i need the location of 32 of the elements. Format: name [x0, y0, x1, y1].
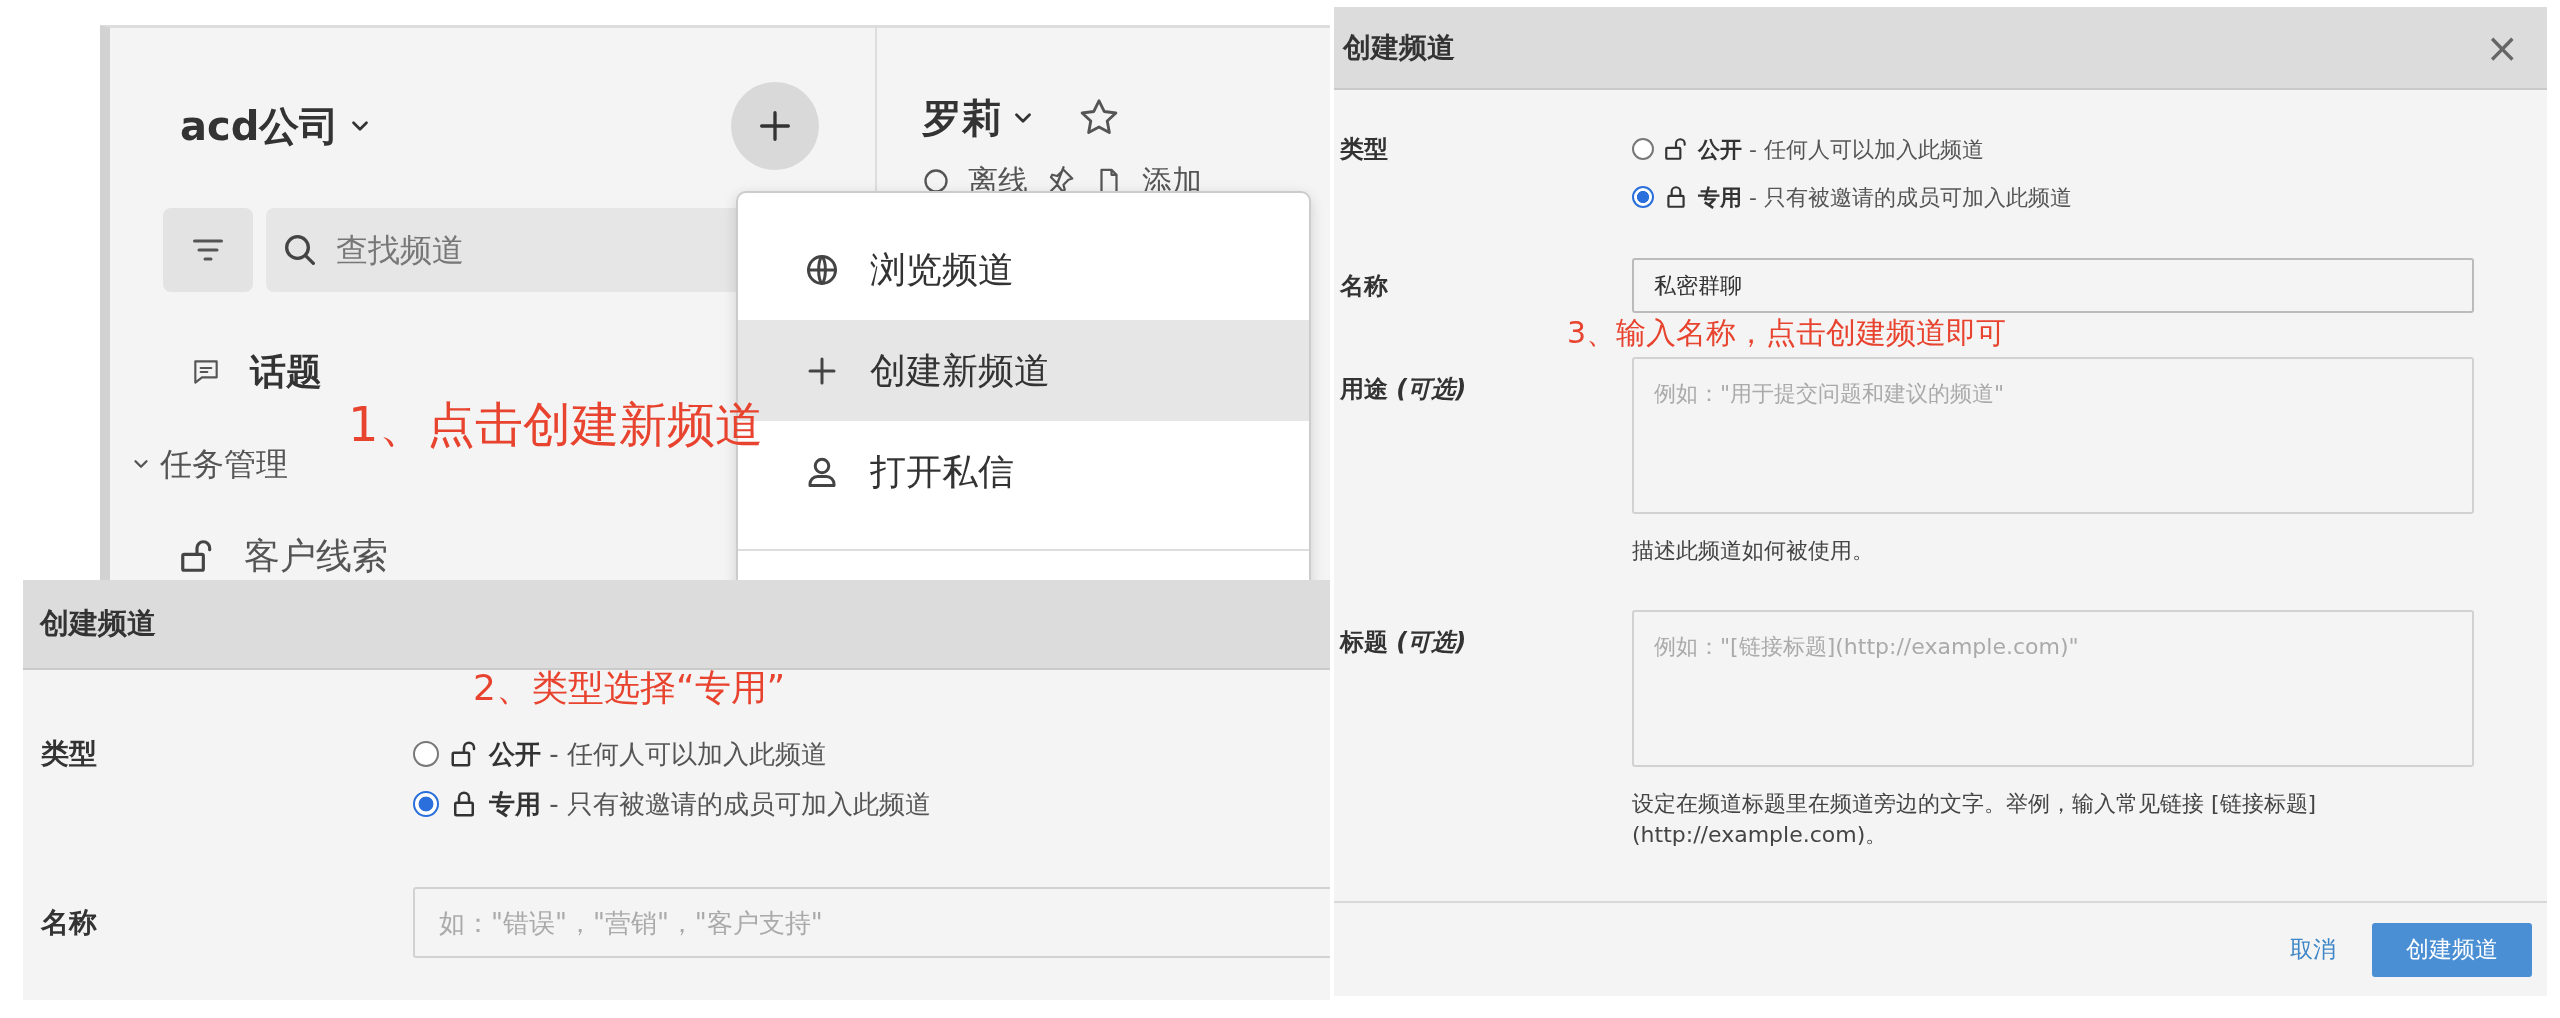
radio-label: 公开 - 任何人可以加入此频道: [1698, 135, 1984, 164]
annotation-text: 3、输入名称，点击创建频道即可: [1567, 315, 2007, 351]
help-text: 描述此频道如何被使用。: [1632, 537, 1875, 565]
field-label: 类型: [1339, 134, 1389, 165]
radio-label: 专用 - 只有被邀请的成员可加入此频道: [489, 787, 931, 821]
category-header[interactable]: 任务管理: [160, 440, 288, 488]
name-field[interactable]: 如："错误"，"营销"，"客户支持": [413, 887, 1330, 958]
cancel-button[interactable]: 取消: [2290, 932, 2336, 967]
close-button[interactable]: ×: [2479, 26, 2525, 69]
channel-name[interactable]: 罗莉: [922, 88, 1002, 148]
text-area[interactable]: 例如："用于提交问题和建议的频道": [1632, 357, 2474, 514]
radio-button[interactable]: [1632, 186, 1654, 208]
radio-button[interactable]: [1632, 138, 1654, 160]
help-text: 设定在频道标题里在频道旁边的文字。举例，输入常见链接 [链接标题](http://example.com)。: [1632, 790, 2318, 849]
workspace-name: acd公司: [180, 102, 340, 151]
radio-button[interactable]: [413, 791, 439, 817]
dialog-title: 创建频道: [40, 605, 156, 643]
unlocked-icon: [1663, 136, 1689, 162]
name-field[interactable]: 私密群聊: [1632, 258, 2474, 313]
field-label: 标题 (可选): [1338, 627, 1468, 658]
radio-label: 专用 - 只有被邀请的成员可加入此频道: [1698, 183, 2072, 212]
radio-label: 公开 - 任何人可以加入此频道: [489, 737, 827, 771]
radio-button[interactable]: [413, 741, 439, 767]
dialog-title: 创建频道: [1343, 29, 1455, 66]
channel-item[interactable]: 客户线索: [244, 529, 388, 580]
annotation-text: 2、类型选择“专用”: [473, 666, 786, 710]
field-label: 类型: [40, 736, 98, 772]
field-label: 名称: [40, 904, 98, 941]
field-label: 名称: [1339, 270, 1389, 302]
text-area[interactable]: 例如："[链接标题](http://example.com)": [1632, 610, 2474, 767]
field-label: 用途 (可选): [1339, 374, 1468, 405]
sidebar-item[interactable]: 话题: [250, 345, 322, 399]
